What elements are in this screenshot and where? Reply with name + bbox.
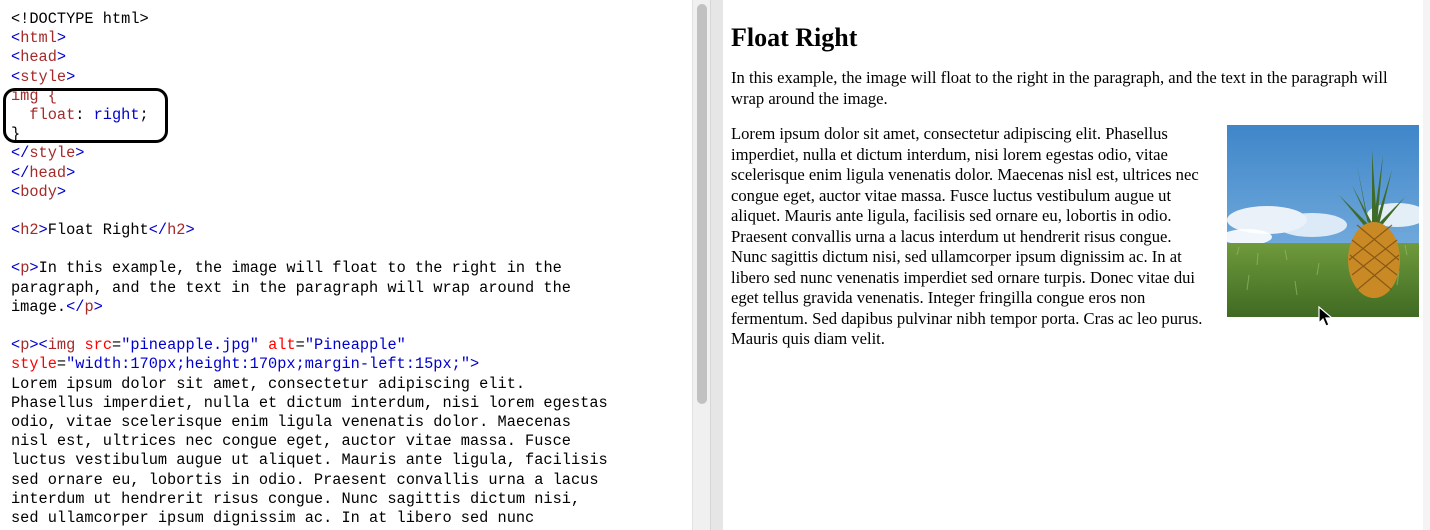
code-token: >	[470, 355, 480, 374]
code-token: body	[20, 182, 57, 201]
mouse-cursor-icon	[1318, 306, 1334, 327]
code-token: <!DOCTYPE html>	[11, 10, 149, 28]
editor-scrollbar[interactable]	[692, 0, 711, 530]
code-line[interactable]: paragraph, and the text in the paragraph…	[11, 279, 608, 298]
code-token: </	[148, 221, 168, 240]
code-token: style	[20, 67, 67, 86]
code-token: img	[47, 336, 76, 355]
code-token: =	[56, 355, 67, 374]
code-token: >	[93, 297, 103, 316]
code-token: "pineapple.jpg"	[121, 336, 259, 355]
code-line[interactable]	[11, 240, 608, 259]
code-token: p	[20, 259, 30, 278]
code-token: head	[29, 163, 67, 182]
code-token: >	[66, 163, 76, 182]
code-line[interactable]: sed ullamcorper ipsum dignissim ac. In a…	[11, 509, 608, 528]
code-token: =	[112, 336, 122, 355]
code-token: Phasellus imperdiet, nulla et dictum int…	[11, 393, 608, 412]
code-token: luctus vestibulum augue ut aliquet. Maur…	[11, 451, 608, 470]
code-line[interactable]: </style>	[11, 144, 608, 163]
code-token: >	[56, 182, 67, 201]
code-token: sed ullamcorper ipsum dignissim ac. In a…	[11, 508, 535, 527]
code-token: >	[66, 67, 76, 86]
code-editor[interactable]: <!DOCTYPE html> <html> <head> <style> img { …	[0, 0, 692, 530]
code-line[interactable]: Lorem ipsum dolor sit amet, consectetur …	[11, 375, 608, 394]
code-line[interactable]: <p>In this example, the image will float…	[11, 259, 608, 278]
code-token: >	[56, 48, 67, 67]
code-line[interactable]	[11, 202, 608, 221]
code-line[interactable]: <!DOCTYPE html>	[11, 10, 608, 29]
code-token: <	[11, 259, 21, 278]
code-line[interactable]: image.</p>	[11, 298, 608, 317]
code-token: "Pineapple"	[304, 336, 406, 355]
code-token: >	[185, 221, 195, 240]
code-token: <	[11, 29, 21, 48]
code-token: head	[20, 48, 57, 67]
editor-scrollbar-thumb[interactable]	[697, 4, 707, 404]
code-token: In this example, the image will float to…	[38, 259, 562, 278]
window-edge	[1423, 0, 1430, 530]
code-token: style	[11, 355, 57, 374]
code-token: </	[66, 297, 85, 316]
code-token: p	[84, 297, 94, 316]
highlight-annotation-box	[3, 88, 168, 143]
code-token: h2	[20, 221, 39, 240]
pane-splitter[interactable]	[710, 0, 724, 530]
code-line[interactable]: </head>	[11, 164, 608, 183]
code-token: image.	[11, 297, 67, 316]
code-token: >	[38, 221, 48, 240]
code-token: Lorem ipsum dolor sit amet, consectetur …	[11, 374, 526, 393]
lorem-text: Lorem ipsum dolor sit amet, consectetur …	[731, 124, 1203, 348]
code-token: >	[29, 259, 39, 278]
code-token: </	[11, 144, 30, 163]
code-token: html	[20, 29, 57, 48]
code-token: <	[11, 48, 21, 67]
code-token: src	[84, 336, 113, 355]
code-token: <	[11, 67, 21, 86]
code-line[interactable]: <head>	[11, 48, 608, 67]
result-document: Float Right In this example, the image w…	[731, 0, 1421, 350]
code-token: nisl est, ultrices nec congue eget, auct…	[11, 432, 571, 451]
code-line[interactable]: Phasellus imperdiet, nulla et dictum int…	[11, 394, 608, 413]
code-line[interactable]: <p><img src="pineapple.jpg" alt="Pineapp…	[11, 336, 608, 355]
pineapple-image	[1227, 125, 1419, 317]
code-token: =	[295, 336, 305, 355]
intro-paragraph: In this example, the image will float to…	[731, 68, 1388, 108]
code-token: </	[11, 163, 30, 182]
code-token: Float Right	[47, 221, 149, 240]
code-token: alt	[268, 336, 296, 355]
code-line[interactable]: nisl est, ultrices nec congue eget, auct…	[11, 432, 608, 451]
code-line[interactable]: luctus vestibulum augue ut aliquet. Maur…	[11, 451, 608, 470]
code-line[interactable]: odio, vitae scelerisque enim ligula vene…	[11, 413, 608, 432]
code-token: <	[11, 221, 21, 240]
code-line[interactable]: <style>	[11, 68, 608, 87]
code-token: paragraph, and the text in the paragraph…	[11, 278, 571, 297]
code-line[interactable]: interdum ut hendrerit risus congue. Nunc…	[11, 490, 608, 509]
code-line[interactable]	[11, 317, 608, 336]
code-token: >	[56, 29, 67, 48]
code-token: <	[11, 182, 21, 201]
code-line[interactable]: <html>	[11, 29, 608, 48]
code-token: >	[75, 144, 85, 163]
code-token: ><	[29, 336, 48, 355]
code-line[interactable]: sed ornare eu, lobortis in odio. Praesen…	[11, 471, 608, 490]
result-heading: Float Right	[731, 23, 858, 52]
code-line[interactable]: style="width:170px;height:170px;margin-l…	[11, 355, 608, 374]
code-token: sed ornare eu, lobortis in odio. Praesen…	[11, 470, 599, 489]
code-token: h2	[167, 221, 186, 240]
code-token: p	[20, 336, 30, 355]
code-token: <	[11, 336, 21, 355]
code-token: "width:170px;height:170px;margin-left:15…	[66, 355, 470, 374]
code-token: odio, vitae scelerisque enim ligula vene…	[11, 412, 571, 431]
code-token: interdum ut hendrerit risus congue. Nunc…	[11, 489, 581, 508]
code-line[interactable]: <h2>Float Right</h2>	[11, 221, 608, 240]
code-line[interactable]: <body>	[11, 183, 608, 202]
code-token: style	[29, 144, 76, 163]
result-pane: Float Right In this example, the image w…	[723, 0, 1423, 530]
